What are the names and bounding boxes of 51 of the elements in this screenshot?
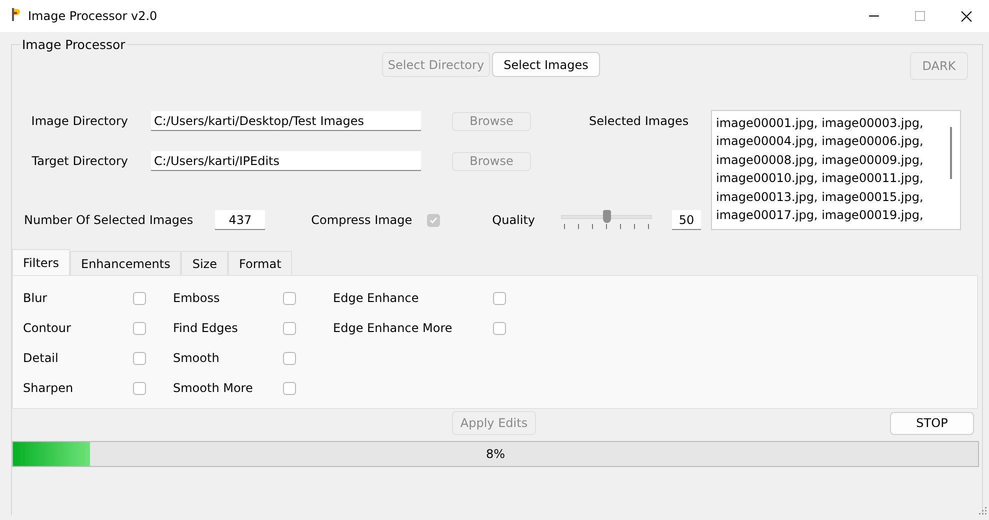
compress-label: Compress Image <box>311 213 412 227</box>
check-icon <box>429 216 438 224</box>
filter-label: Find Edges <box>173 321 239 335</box>
filter-label: Smooth <box>173 351 220 365</box>
filter-label: Emboss <box>173 291 221 305</box>
checkbox[interactable] <box>283 322 296 334</box>
close-icon[interactable] <box>960 10 972 22</box>
checkbox[interactable] <box>493 292 506 304</box>
scrollbar[interactable] <box>950 127 952 179</box>
quality-field[interactable]: 50 <box>672 210 702 230</box>
quality-label: Quality <box>492 213 536 227</box>
checkbox[interactable] <box>493 322 506 334</box>
filter-label: Edge Enhance <box>333 291 420 305</box>
slider-thumb[interactable] <box>602 210 611 223</box>
maximize-icon[interactable] <box>915 11 925 21</box>
list-line: image00001.jpg, image00003.jpg, <box>716 115 924 132</box>
filter-label: Contour <box>23 321 72 335</box>
list-line: image00010.jpg, image00011.jpg, <box>716 170 924 188</box>
checkbox[interactable] <box>133 382 146 394</box>
checkbox[interactable] <box>133 292 146 304</box>
filter-label: Blur <box>23 291 48 305</box>
tab[interactable]: Enhancements <box>70 251 182 275</box>
count-label: Number Of Selected Images <box>24 213 194 227</box>
file-list[interactable]: image00001.jpg, image00003.jpg, image00004.jpg, image00006.jpg, image00008.jpg, image00009.jpg, image00010.jpg, image00011.jpg, image00013.jpg, image00015.jpg, image00017.jpg, image00019.jpg, <box>711 110 961 230</box>
tab[interactable]: Format <box>228 251 292 275</box>
filter-label: Edge Enhance More <box>333 321 454 335</box>
list-line: image00008.jpg, image00009.jpg, <box>716 152 924 169</box>
progress-text: 8% <box>486 447 506 461</box>
tab[interactable]: Filters <box>12 249 70 275</box>
mode-button[interactable]: Select Images <box>492 52 600 77</box>
checkbox[interactable] <box>283 352 296 364</box>
field-label: Selected Images <box>589 114 689 128</box>
filter-label: Detail <box>23 351 60 365</box>
filter-label: Smooth More <box>173 381 254 395</box>
tab[interactable]: Size <box>181 251 228 275</box>
checkbox[interactable] <box>283 292 296 304</box>
field-label: Image Directory <box>30 114 128 128</box>
app-icon <box>12 8 20 21</box>
list-line: image00013.jpg, image00015.jpg, <box>716 188 924 206</box>
window-title: Image Processor v2.0 <box>28 9 158 23</box>
checkbox[interactable] <box>133 322 146 334</box>
stop-button[interactable]: STOP <box>890 412 974 434</box>
checkbox[interactable] <box>133 352 146 364</box>
list-line: image00017.jpg, image00019.jpg, <box>716 207 924 224</box>
count-field[interactable]: 437 <box>215 210 266 230</box>
field-label: Target Directory <box>30 154 128 168</box>
list-line: image00004.jpg, image00006.jpg, <box>716 133 924 150</box>
resize-grip-icon[interactable] <box>979 507 987 515</box>
filter-label: Sharpen <box>23 381 74 395</box>
checkbox[interactable] <box>283 382 296 394</box>
group-title: Image Processor <box>20 37 128 52</box>
